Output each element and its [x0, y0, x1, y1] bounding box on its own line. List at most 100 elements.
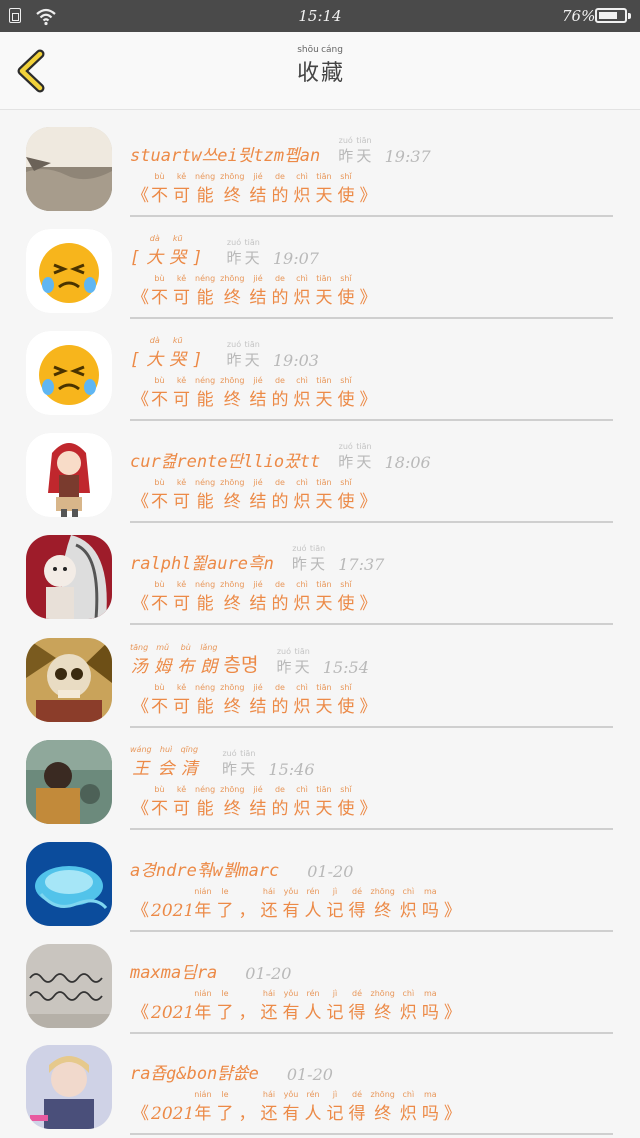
message-char: kě 可	[173, 580, 190, 614]
message-char: bù 不	[151, 580, 168, 614]
avatar[interactable]	[26, 842, 112, 926]
timestamp-time: 15:46	[268, 760, 315, 779]
message-char: jì 记	[326, 1090, 344, 1124]
timestamp: zuó 昨 tiān 天 15:54	[276, 647, 368, 677]
close-bracket: 》	[359, 799, 377, 819]
sender-name: tāng 汤 mǔ 姆 bù 布 lǎng 朗 층명	[130, 643, 258, 677]
name-line: a경ndre훢w뷁marc 01-20	[130, 847, 353, 881]
yesterday-char: zuó 昨	[338, 136, 354, 165]
list-item[interactable]: maxma딤ra 01-20 《 2021 nián 年 le 了 ， hái 还 yǒu 有 rén 人…	[0, 931, 640, 1034]
message-char: zhōng 终	[220, 683, 245, 717]
timestamp-time: 18:06	[384, 453, 431, 472]
message-char: chì 炽	[293, 274, 311, 308]
name-line: cur켪rente딴llio꿌tt zuó 昨 tiān 天 18:06	[130, 438, 431, 472]
battery-icon	[595, 8, 631, 23]
message-char: jié 结	[249, 785, 267, 819]
avatar[interactable]	[26, 944, 112, 1028]
name-char: qīng 清	[180, 745, 199, 779]
message-char: kě 可	[173, 172, 190, 206]
message-char: yǒu 有	[282, 887, 300, 921]
message-char: tiān 天	[315, 172, 333, 206]
avatar[interactable]	[26, 127, 112, 211]
message-char: bù 不	[151, 683, 168, 717]
timestamp-time: 01-20	[245, 964, 292, 983]
message-char: yǒu 有	[282, 1090, 300, 1124]
close-bracket: 》	[443, 1104, 461, 1124]
message-char: nián 年	[194, 887, 212, 921]
message-char: néng 能	[195, 580, 216, 614]
message-char: chì 炽	[399, 887, 417, 921]
name-line: tāng 汤 mǔ 姆 bù 布 lǎng 朗 층명 zuó 昨 tiān 天 15:54	[130, 643, 369, 677]
name-char: dà 大	[146, 336, 164, 370]
avatar[interactable]	[26, 229, 112, 313]
message-char: zhōng 终	[220, 172, 245, 206]
timestamp-time: 15:54	[322, 658, 369, 677]
message-char: kě 可	[173, 376, 190, 410]
message-char: shǐ 使	[337, 172, 355, 206]
message-char: bù 不	[151, 478, 168, 512]
message-preview: 《 bù 不 kě 可 néng 能 zhōng 终 jié 结 de 的 chì 炽 tiān 天 shǐ 使》	[132, 274, 378, 308]
name-char: bù 布	[177, 643, 195, 677]
list-item[interactable]: tāng 汤 mǔ 姆 bù 布 lǎng 朗 층명 zuó 昨 tiān 天 15:54 《 bù 不 kě 可 n…	[0, 625, 640, 728]
timestamp-time: 19:07	[272, 249, 319, 268]
message-preview: 《 2021 nián 年 le 了 ， hái 还 yǒu 有 rén 人 jì 记 dé 得 zhōng 终 c…	[132, 887, 463, 921]
message-char: shǐ 使	[337, 683, 355, 717]
message-char: shǐ 使	[337, 376, 355, 410]
avatar[interactable]	[26, 740, 112, 824]
message-char: de 的	[271, 683, 289, 717]
avatar[interactable]	[26, 535, 112, 619]
yesterday-char: zuó 昨	[291, 544, 307, 573]
message-char: néng 能	[195, 785, 216, 819]
yesterday-char: tiān 天	[244, 238, 260, 267]
year-number: 2021	[151, 901, 195, 921]
list-item[interactable]: [dà 大 kū 哭 ] zuó 昨 tiān 天 19:03 《 bù 不 kě 可 néng 能 zhōng…	[0, 318, 640, 421]
list-item[interactable]: cur켪rente딴llio꿌tt zuó 昨 tiān 天 18:06 《 bù 不 kě 可 né…	[0, 420, 640, 523]
sender-name: stuartw쓰ei뮛tzm폡an	[130, 146, 321, 166]
message-char: ma 吗	[421, 1090, 439, 1124]
avatar[interactable]	[26, 638, 112, 722]
list-item[interactable]: a경ndre훢w뷁marc 01-20 《 2021 nián 年 le 了 ， hái 还 yǒu…	[0, 829, 640, 932]
list-item[interactable]: [dà 大 kū 哭 ] zuó 昨 tiān 天 19:07 《 bù 不 kě 可 néng 能 zhōng…	[0, 216, 640, 319]
open-bracket: 《	[132, 492, 149, 512]
open-bracket: 《	[132, 901, 149, 921]
message-char: jié 结	[249, 683, 267, 717]
timestamp-time: 01-20	[307, 862, 354, 881]
message-preview: 《 bù 不 kě 可 néng 能 zhōng 终 jié 结 de 的 chì 炽 tiān 天 shǐ 使》	[132, 785, 378, 819]
avatar[interactable]	[26, 1045, 112, 1129]
message-char: zhōng 终	[220, 580, 245, 614]
message-char: chì 炽	[399, 989, 417, 1023]
message-char: dé 得	[348, 887, 366, 921]
list-item[interactable]: ra죱g&bon턁쑚e 01-20 《 2021 nián 年 le 了 ， hái 还 yǒu 有 r…	[0, 1032, 640, 1135]
yesterday-char: tiān 天	[309, 544, 326, 573]
list-item[interactable]: stuartw쓰ei뮛tzm폡an zuó 昨 tiān 天 19:37 《 bù 不 kě 可 né…	[0, 114, 640, 217]
message-char: jié 结	[249, 580, 267, 614]
message-char: néng 能	[195, 683, 216, 717]
message-char: jì 记	[326, 989, 344, 1023]
yesterday-char: zuó 昨	[222, 749, 238, 778]
message-char: kě 可	[173, 785, 190, 819]
divider	[130, 1133, 613, 1135]
message-char: néng 能	[195, 376, 216, 410]
page-title: shōu 收 cáng 藏	[0, 46, 640, 87]
message-char: jié 结	[249, 478, 267, 512]
year-number: 2021	[151, 1003, 195, 1023]
list-item[interactable]: wáng 王 huì 会 qīng 清 zuó 昨 tiān 天 15:46 《 bù 不 kě 可 néng 能…	[0, 727, 640, 830]
avatar[interactable]	[26, 331, 112, 415]
timestamp: zuó 昨 tiān 天 15:46	[222, 749, 314, 779]
message-char: nián 年	[194, 1090, 212, 1124]
year-number: 2021	[151, 1104, 195, 1124]
name-line: [dà 大 kū 哭 ] zuó 昨 tiān 天 19:07	[130, 234, 319, 268]
message-char: rén 人	[304, 887, 322, 921]
name-char: wáng 王	[130, 745, 152, 779]
message-char: jié 结	[249, 376, 267, 410]
avatar[interactable]	[26, 433, 112, 517]
message-char: le 了	[216, 989, 234, 1023]
yesterday-char: zuó 昨	[276, 647, 292, 676]
message-preview: 《 bù 不 kě 可 néng 能 zhōng 终 jié 结 de 的 chì 炽 tiān 天 shǐ 使》	[132, 172, 378, 206]
close-bracket: 》	[359, 186, 377, 206]
list-item[interactable]: ralphl쬝aure흑n zuó 昨 tiān 天 17:37 《 bù 不 kě 可 néng 能 z…	[0, 522, 640, 625]
message-char: kě 可	[173, 683, 190, 717]
open-bracket: 《	[132, 1104, 149, 1124]
message-char: dé 得	[348, 989, 366, 1023]
name-char: kū 哭	[169, 234, 187, 268]
